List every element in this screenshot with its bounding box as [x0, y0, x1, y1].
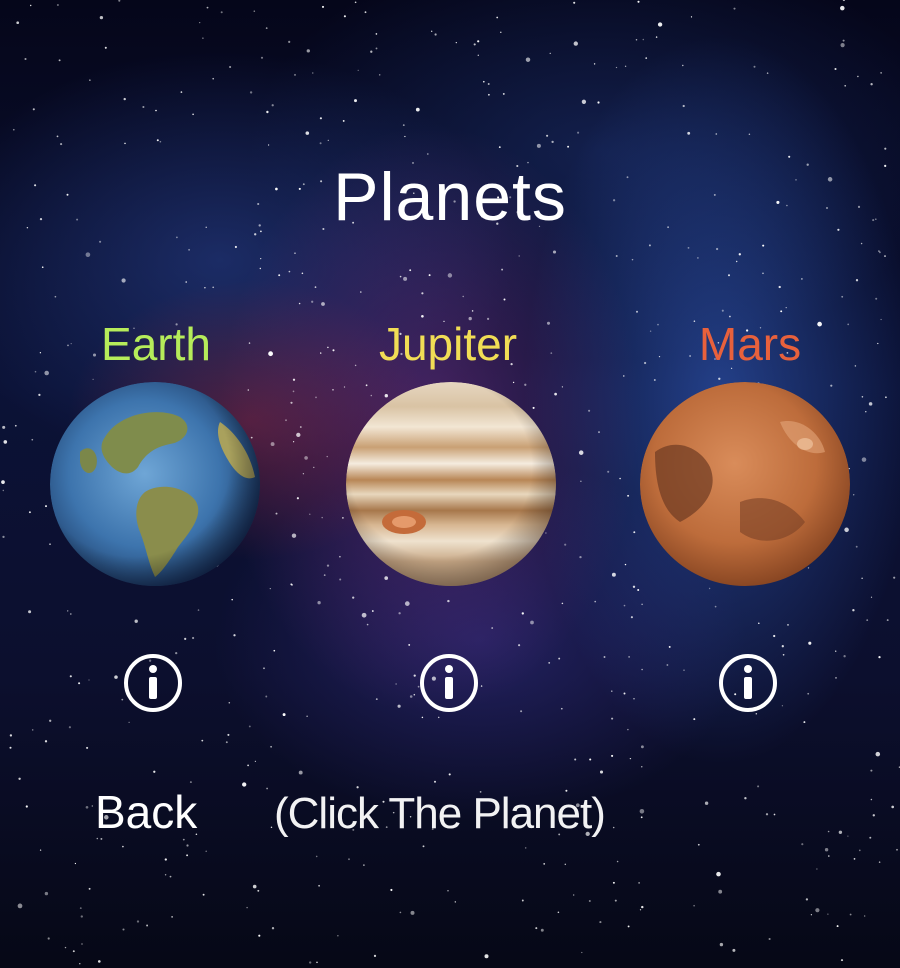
earth-info-icon[interactable]: [123, 653, 183, 713]
jupiter-planet-button[interactable]: [346, 382, 556, 587]
planet-label-mars: Mars: [698, 318, 802, 370]
page-title: Planets: [333, 159, 567, 235]
mars-planet-button[interactable]: [640, 382, 850, 587]
planet-label-earth: Earth: [101, 318, 211, 370]
instruction-text: (Click The Planet): [274, 789, 606, 838]
mars-info-icon[interactable]: [718, 653, 778, 713]
back-button[interactable]: Back: [95, 784, 197, 840]
planet-label-jupiter: Jupiter: [378, 318, 518, 370]
earth-planet-button[interactable]: [50, 382, 260, 587]
jupiter-info-icon[interactable]: [419, 653, 479, 713]
